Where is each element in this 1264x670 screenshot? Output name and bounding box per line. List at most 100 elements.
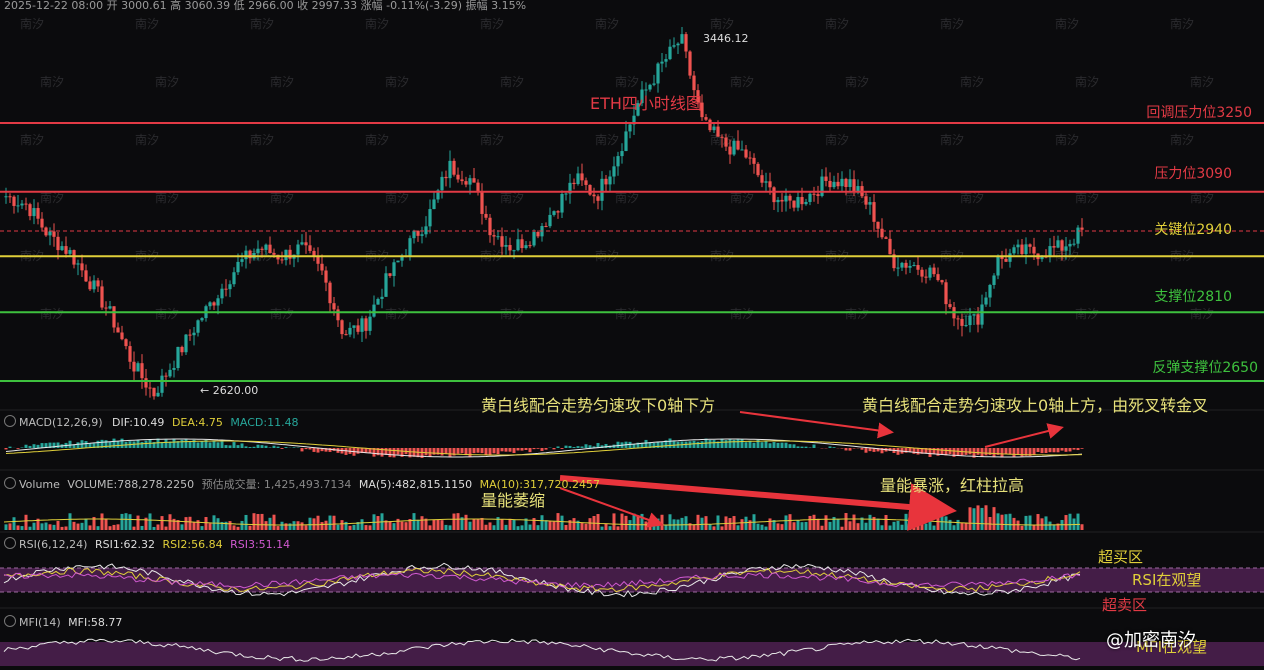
volume-bar <box>561 516 564 530</box>
volume-bar <box>149 513 152 530</box>
candle-body <box>760 175 763 183</box>
ohlc-header: 2025-12-22 08:00 开 3000.61 高 3060.39 低 2… <box>4 0 526 13</box>
candle-body <box>164 376 167 377</box>
candle-body <box>904 263 907 268</box>
watermark-text: 南汐 <box>1170 132 1194 147</box>
volume-bar <box>797 520 800 530</box>
volume-bar <box>509 519 512 530</box>
macd-bar <box>253 447 256 448</box>
macd-bar <box>309 448 312 449</box>
candle-body <box>304 242 307 245</box>
macd-bar <box>357 448 360 454</box>
macd-bar <box>993 448 996 457</box>
macd-bar <box>533 448 536 449</box>
volume-bar <box>481 518 484 530</box>
candle-body <box>24 204 27 205</box>
volume-bar <box>605 523 608 530</box>
candle-body <box>736 141 739 150</box>
macd-bar <box>221 442 224 448</box>
volume-bar <box>1077 514 1080 530</box>
watermark-text: 南汐 <box>365 16 389 31</box>
volume-bar <box>365 525 368 530</box>
candle-body <box>384 273 387 297</box>
volume-bar <box>1013 518 1016 530</box>
macd-bar <box>17 448 20 449</box>
eye-icon[interactable] <box>4 615 16 627</box>
candle-body <box>476 183 479 193</box>
macd-bar <box>213 441 216 448</box>
candle-body <box>348 328 351 335</box>
rsi-label: RSI(6,12,24) <box>19 538 87 551</box>
candle-body <box>1012 247 1015 253</box>
macd-bar <box>1057 448 1060 452</box>
watermark-text: 南汐 <box>1075 306 1099 321</box>
volume-bar <box>921 524 924 530</box>
watermark-text: 南汐 <box>135 132 159 147</box>
candle-body <box>768 181 771 187</box>
macd-bar <box>493 448 496 453</box>
candle-body <box>1080 228 1083 230</box>
candle-body <box>388 273 391 276</box>
annotation-volume-left: 量能萎缩 <box>481 487 545 511</box>
eye-icon[interactable] <box>4 537 16 549</box>
volume-bar <box>853 515 856 530</box>
volume-bar <box>317 516 320 530</box>
volume-bar <box>69 513 72 530</box>
candle-body <box>152 388 155 396</box>
candle-body <box>168 370 171 376</box>
volume-value: VOLUME:788,278.2250 <box>67 478 194 491</box>
candle-body <box>612 166 615 176</box>
candle-body <box>1032 247 1035 254</box>
candle-body <box>920 270 923 277</box>
macd-bar <box>797 446 800 448</box>
candle-body <box>1060 240 1063 250</box>
macd-bar <box>801 447 804 448</box>
watermark-text: 南汐 <box>1075 74 1099 89</box>
candle-body <box>1008 253 1011 261</box>
mfi-value: MFI:58.77 <box>68 616 122 629</box>
watermark-text: 南汐 <box>730 306 754 321</box>
candle-body <box>132 362 135 372</box>
volume-bar <box>197 520 200 530</box>
volume-bar <box>809 516 812 530</box>
date: 2025-12-22 08:00 <box>4 0 103 12</box>
bell-icon[interactable] <box>4 415 16 427</box>
macd-bar <box>217 442 220 448</box>
watermarks: 南汐南汐南汐南汐南汐南汐南汐南汐南汐南汐南汐南汐南汐南汐南汐南汐南汐南汐南汐南汐… <box>20 16 1214 321</box>
macd-bar <box>525 448 528 450</box>
watermark-text: 南汐 <box>845 306 869 321</box>
watermark-text: 南汐 <box>270 306 294 321</box>
candle-body <box>844 179 847 187</box>
candle-body <box>220 289 223 299</box>
watermark-text: 南汐 <box>385 74 409 89</box>
macd-bar <box>1037 448 1040 452</box>
macd-bar <box>229 445 232 448</box>
macd-bar <box>457 448 460 454</box>
candle-body <box>160 376 163 393</box>
watermark-text: 南汐 <box>155 74 179 89</box>
eye-icon[interactable] <box>4 477 16 489</box>
macd-bar <box>1009 448 1012 454</box>
candle-body <box>704 117 707 120</box>
volume-bar <box>421 516 424 530</box>
candle-body <box>884 237 887 239</box>
candle-body <box>792 201 795 208</box>
candle-body <box>968 316 971 326</box>
candle-body <box>84 270 87 281</box>
volume-bar <box>97 526 100 530</box>
macd-bar <box>273 446 276 448</box>
candle-body <box>48 231 51 235</box>
candle-body <box>356 325 359 331</box>
candle-body <box>300 242 303 244</box>
annotation-rsi-watch: RSI在观望 <box>1132 569 1201 590</box>
candle-body <box>888 239 891 254</box>
watermark-text: 南汐 <box>1190 306 1214 321</box>
volume-bar <box>981 508 984 530</box>
macd-bar <box>805 447 808 448</box>
candle-body <box>100 286 103 307</box>
candle-body <box>960 319 963 326</box>
candle-body <box>20 204 23 206</box>
volume-bar <box>321 522 324 530</box>
volume-bar <box>1041 518 1044 530</box>
volume-bar <box>465 515 468 530</box>
